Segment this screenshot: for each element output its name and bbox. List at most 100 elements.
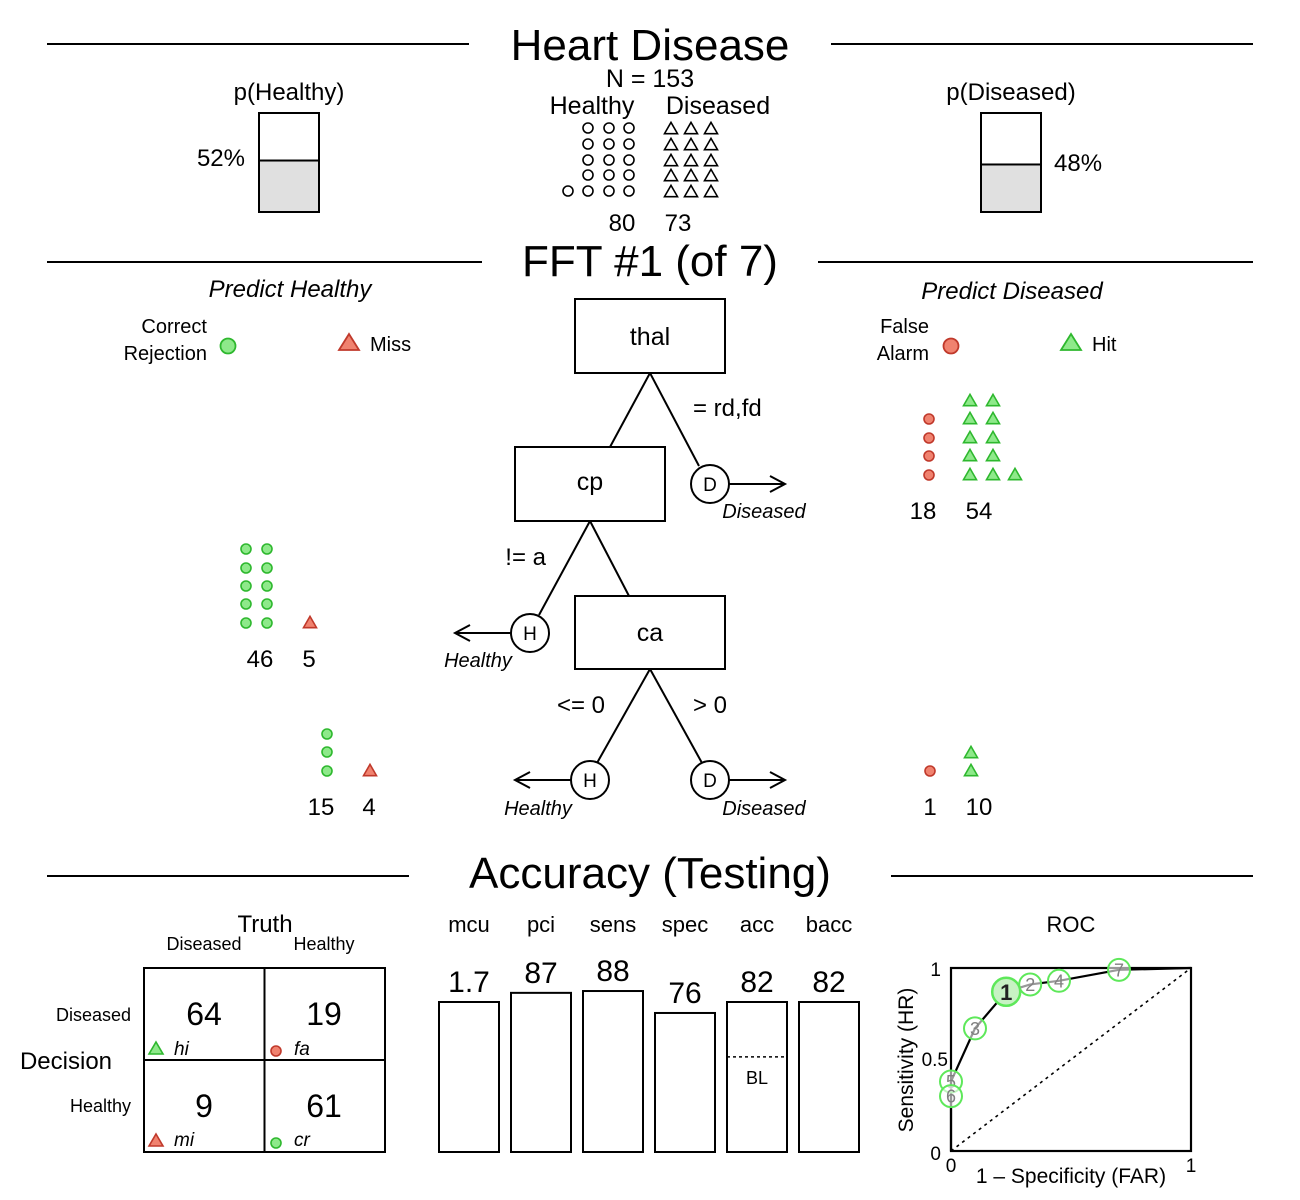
correct-rejection-icon [261,598,273,610]
correct-rejection-icon [261,543,273,555]
edge-cp-ca [589,520,630,597]
diseased-case-icon [703,183,719,198]
exit-letter: H [523,624,537,645]
class-label-healthy: Healthy [550,92,635,120]
count-healthy: 80 [609,210,636,237]
predict-healthy-header: Predict Healthy [209,276,374,303]
diseased-case-icon [683,136,699,151]
legend-correct-rejection-line1: Correct [141,316,207,338]
correct-rejection-icon [240,598,252,610]
accuracy-title: Accuracy (Testing) [469,849,831,898]
metric-label-pci: pci [527,912,555,937]
roc-chance-line [950,967,1192,1152]
false-alarm-icon [923,450,935,462]
roc-title: ROC [1047,912,1096,937]
metric-bar-pci [510,991,572,1153]
roc-frame [949,966,1193,1153]
main-title: Heart Disease [511,21,790,70]
hit-icon [1059,332,1083,351]
count-false-alarm: 1 [923,794,936,821]
hit-icon [963,744,979,759]
healthy-case-icon [603,138,615,150]
false-alarm-icon [923,413,935,425]
roc-point-label: 2 [1025,975,1035,995]
hit-icon [147,1040,165,1055]
miss-icon [147,1132,165,1147]
roc-point-label: 4 [1054,971,1064,991]
diseased-case-icon [663,136,679,151]
healthy-case-icon [623,154,635,166]
hit-icon [962,429,978,444]
roc-curve [949,966,1192,1151]
metric-bars: mcu 1.7 pci 87 sens 88 spec 76 acc 82 BL bacc 82 [438,912,860,1154]
exit-decision-label: Healthy [444,650,513,672]
hit-icon [985,466,1001,481]
legend-miss: Miss [370,334,411,356]
hit-icon [985,392,1001,407]
diseased-case-icon [703,136,719,151]
roc-xtick: 1 [1186,1156,1197,1177]
diseased-case-icon [683,183,699,198]
p-healthy-label: p(Healthy) [234,79,345,106]
tree-edges [452,372,788,789]
probability-bar-fill [258,159,320,214]
miss-icon [337,332,361,351]
roc-point-label: 3 [970,1019,980,1039]
miss-icon [302,614,318,629]
p-healthy-bar [258,112,320,214]
cell-correct-rejection-code: cr [294,1130,311,1151]
edge-label-ca-right: > 0 [693,692,727,719]
exit-letter: D [703,771,717,792]
correct-rejection-icon [240,562,252,574]
cell-false-alarm-code: fa [294,1039,310,1060]
healthy-case-icon [582,185,594,197]
metric-label-bacc: bacc [806,912,852,937]
correct-rejection-icon [219,337,237,355]
legend-correct-rejection-line2: Rejection [124,343,207,365]
edge-thal-cp [609,372,651,448]
exit-decision-label: Diseased [722,798,806,820]
metric-bar-mcu [438,1001,500,1153]
p-diseased-label: p(Diseased) [946,79,1075,106]
diseased-case-icon [663,183,679,198]
count-diseased: 73 [665,210,692,237]
roc-point-label: 1 [1000,980,1012,1005]
roc-ytick: 0 [930,1144,941,1165]
correct-rejection-icon [261,562,273,574]
metric-value-mcu: 1.7 [448,966,490,999]
correct-rejection-icon [240,543,252,555]
legend-false-alarm-line2: Alarm [877,343,929,365]
metric-label-sens: sens [590,912,636,937]
correct-rejection-icon [321,728,333,740]
edge-label-thal: = rd,fd [693,395,762,422]
confusion-matrix-grid [143,967,386,1153]
icon-array [562,120,719,198]
legend-hit: Hit [1092,334,1117,356]
hit-icon [985,410,1001,425]
cell-hit-value: 64 [186,996,222,1032]
metric-value-acc: 82 [740,966,773,999]
healthy-case-icon [623,185,635,197]
legend-false-alarm-line1: False [880,316,929,338]
class-label-diseased: Diseased [666,92,770,120]
count-false-alarm: 18 [910,498,937,525]
metric-value-spec: 76 [668,977,701,1010]
correct-rejection-icon [270,1137,282,1149]
probability-bar-fill [980,163,1042,213]
hit-icon [962,466,978,481]
healthy-case-icon [603,154,615,166]
diseased-case-icon [703,120,719,135]
p-healthy-value: 52% [197,145,245,172]
healthy-case-icon [562,185,574,197]
healthy-case-icon [582,138,594,150]
false-alarm-icon [923,432,935,444]
count-hit: 10 [966,794,993,821]
roc-point-label: 7 [1114,960,1124,980]
hit-icon [963,762,979,777]
exit-decision-label: Diseased [722,501,806,523]
row-label-diseased: Diseased [56,1005,131,1025]
healthy-case-icon [603,169,615,181]
metric-label-mcu: mcu [448,912,490,937]
cell-hit-code: hi [174,1039,190,1060]
metric-bar-spec [654,1011,716,1153]
